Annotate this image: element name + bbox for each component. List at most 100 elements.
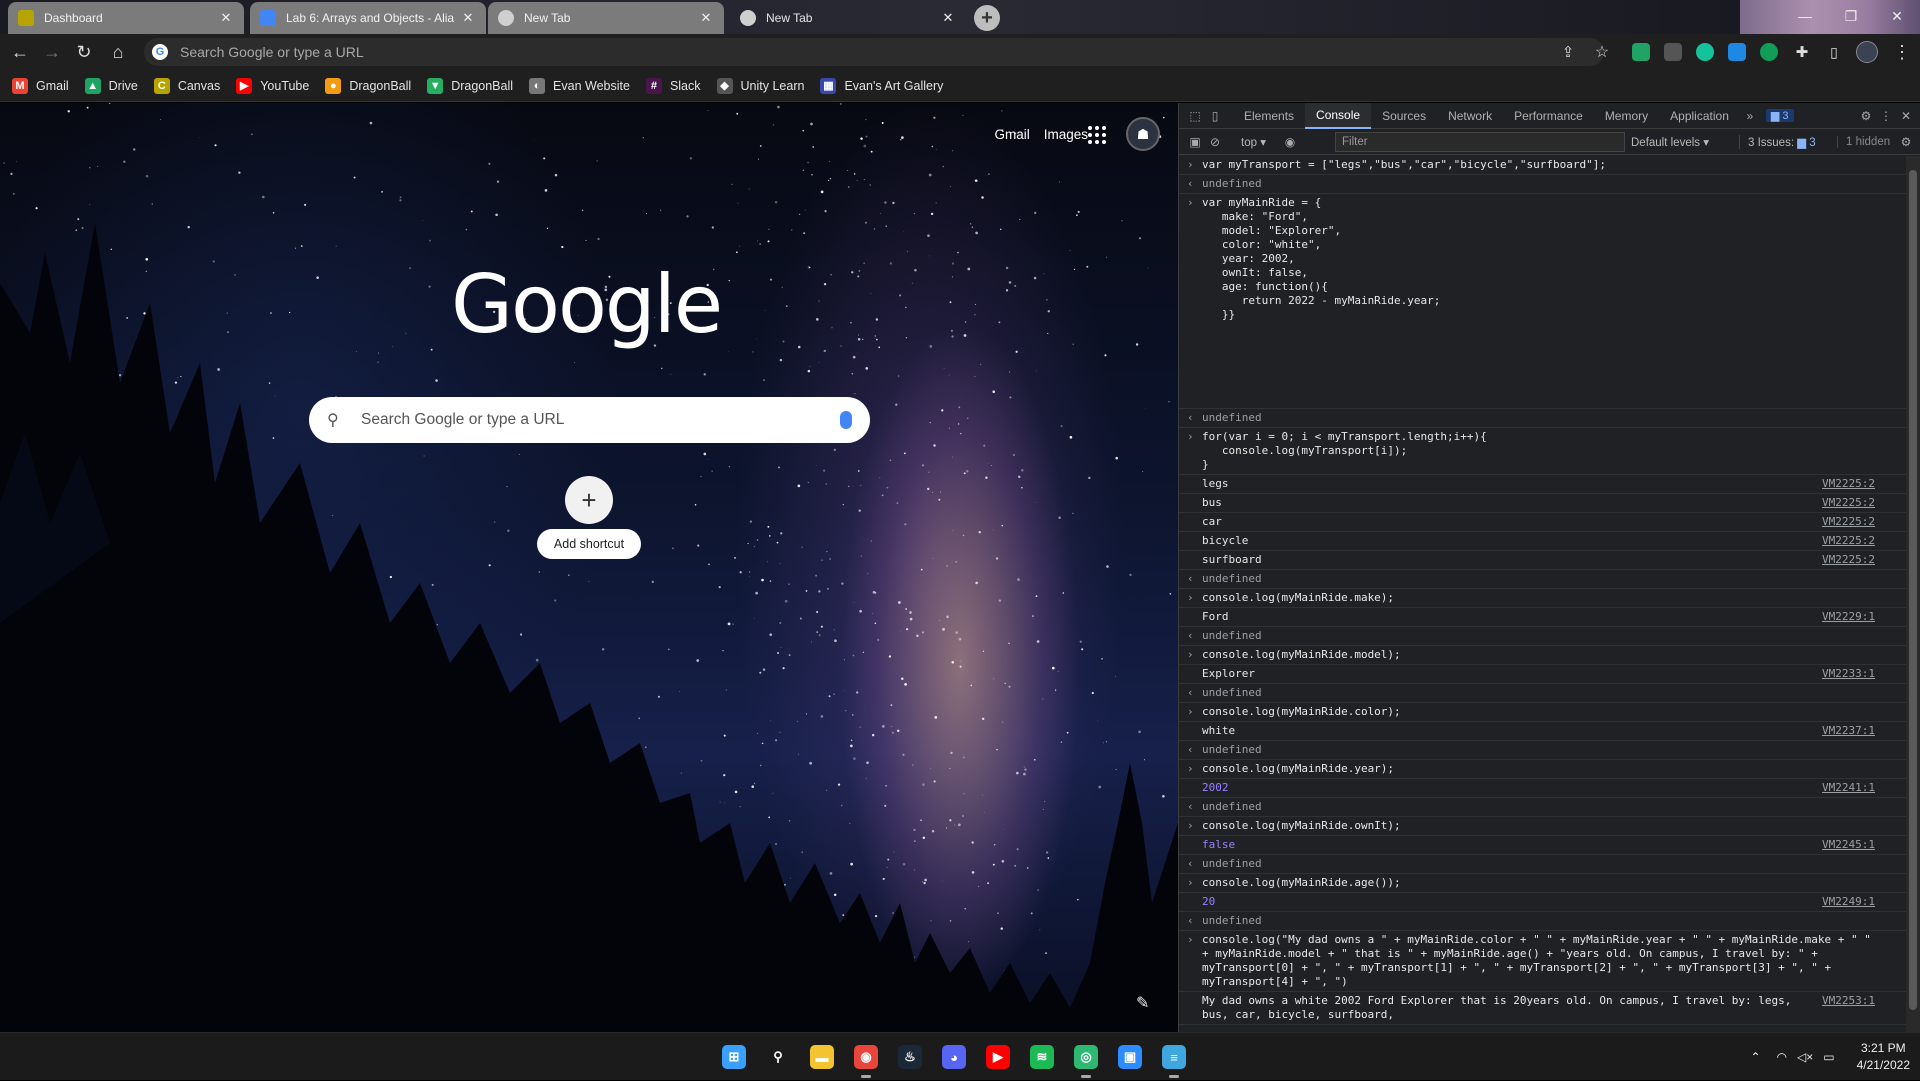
console-scrollbar[interactable] <box>1906 156 1920 1032</box>
youtube-music-icon[interactable]: ▶ <box>982 1041 1014 1073</box>
console-settings-icon[interactable]: ⚙ <box>1896 129 1916 155</box>
filter-input[interactable]: Filter <box>1335 132 1625 152</box>
bookmark-item[interactable]: ◐ Evan Website <box>529 77 630 94</box>
bookmark-item[interactable]: C Canvas <box>153 77 220 94</box>
tab-new-tab-1[interactable]: New Tab ✕ <box>488 2 724 34</box>
issues-count[interactable]: 3 Issues: ▆ 3 <box>1739 134 1816 149</box>
source-link[interactable]: VM2229:1 <box>1822 610 1875 624</box>
source-link[interactable]: VM2237:1 <box>1822 724 1875 738</box>
devtools-tab-application[interactable]: Application <box>1659 103 1740 129</box>
side-panel-icon[interactable]: ▯ <box>1822 40 1846 64</box>
discord-icon[interactable]: ◕ <box>938 1041 970 1073</box>
images-link[interactable]: Images <box>1044 127 1088 142</box>
console-line: for(var i = 0; i < myTransport.length;i+… <box>1202 430 1487 443</box>
log-levels-dropdown[interactable]: Default levels ▾ <box>1631 135 1709 149</box>
bookmark-item[interactable]: ▲ Drive <box>84 77 138 94</box>
source-link[interactable]: VM2225:2 <box>1822 515 1875 529</box>
s-extension-icon[interactable] <box>1728 43 1746 61</box>
google-apps-icon[interactable] <box>1088 126 1106 144</box>
gmail-link[interactable]: Gmail <box>994 127 1029 142</box>
devtools-tab-performance[interactable]: Performance <box>1503 103 1594 129</box>
chrome-icon[interactable]: ◉ <box>850 1041 882 1078</box>
windows-start-icon[interactable]: ⊞ <box>718 1041 750 1073</box>
grammarly-extension-icon[interactable] <box>1696 43 1714 61</box>
profile-avatar[interactable]: ☗ <box>1126 117 1160 151</box>
zoom-icon[interactable]: ▣ <box>1114 1041 1146 1073</box>
devtools-tab-console[interactable]: Console <box>1305 102 1372 129</box>
edge-canary-icon[interactable]: ◎ <box>1070 1041 1102 1078</box>
tab-dashboard[interactable]: Dashboard ✕ <box>8 2 244 34</box>
source-link[interactable]: VM2245:1 <box>1822 838 1875 852</box>
add-shortcut-button[interactable]: + <box>565 476 613 524</box>
close-icon[interactable]: ✕ <box>218 10 234 26</box>
bookmark-item[interactable]: ▼ DragonBall <box>427 77 513 94</box>
source-link[interactable]: VM2225:2 <box>1822 496 1875 510</box>
spotify-icon[interactable]: ≋ <box>1026 1041 1058 1073</box>
shield-extension-icon[interactable] <box>1664 43 1682 61</box>
source-link[interactable]: VM2241:1 <box>1822 781 1875 795</box>
chevron-up-icon[interactable]: ⌃ <box>1750 1050 1760 1064</box>
close-icon[interactable]: ✕ <box>460 10 476 26</box>
context-selector[interactable]: top ▾ <box>1241 135 1266 149</box>
live-expression-eye-icon[interactable]: ◉ <box>1280 129 1300 155</box>
home-icon[interactable]: ⌂ <box>106 40 130 64</box>
bookmark-item[interactable]: ▦ Evan's Art Gallery <box>820 77 943 94</box>
new-tab-button[interactable]: + <box>974 5 1000 31</box>
microphone-icon[interactable] <box>840 411 852 429</box>
menu-kebab-icon[interactable]: ⋮ <box>1890 40 1914 64</box>
reload-icon[interactable]: ↻ <box>72 40 96 64</box>
bookmark-item[interactable]: ◆ Unity Learn <box>716 77 804 94</box>
tab-lab6[interactable]: Lab 6: Arrays and Objects - Alia ✕ <box>250 2 486 34</box>
devtools-tab-sources[interactable]: Sources <box>1371 103 1437 129</box>
green-extension-icon[interactable] <box>1760 43 1778 61</box>
extensions-puzzle-icon[interactable]: ✚ <box>1790 40 1814 64</box>
issues-badge[interactable]: ▆ 3 <box>1765 109 1794 122</box>
source-link[interactable]: VM2225:2 <box>1822 553 1875 567</box>
notepad-icon[interactable]: ≡ <box>1158 1041 1190 1078</box>
back-icon[interactable]: ← <box>8 40 32 64</box>
close-icon[interactable]: ✕ <box>698 10 714 26</box>
profile-avatar[interactable] <box>1856 41 1878 63</box>
bookmark-item[interactable]: M Gmail <box>12 77 69 94</box>
wifi-icon[interactable]: ◠ <box>1777 1050 1787 1064</box>
bookmark-star-icon[interactable]: ☆ <box>1590 40 1614 64</box>
search-box[interactable]: ⚲ Search Google or type a URL <box>309 397 870 443</box>
source-link[interactable]: VM2233:1 <box>1822 667 1875 681</box>
tab-new-tab-2[interactable]: New Tab ✕ <box>730 2 966 34</box>
file-explorer-icon[interactable]: ▬ <box>806 1041 838 1073</box>
settings-gear-icon[interactable]: ⚙ <box>1856 103 1876 129</box>
forward-icon[interactable]: → <box>40 40 64 64</box>
source-link[interactable]: VM2225:2 <box>1822 477 1875 491</box>
customize-pencil-icon[interactable]: ✎ <box>1136 993 1149 1013</box>
devtools-tab-network[interactable]: Network <box>1437 103 1503 129</box>
close-window-button[interactable]: ✕ <box>1874 0 1920 32</box>
close-icon[interactable]: ✕ <box>940 10 956 26</box>
search-input[interactable]: Search Google or type a URL <box>361 411 840 429</box>
search-icon[interactable]: ⚲ <box>762 1041 794 1073</box>
close-devtools-icon[interactable]: ✕ <box>1896 103 1916 129</box>
bookmark-item[interactable]: ▶ YouTube <box>236 77 309 94</box>
sidebar-toggle-icon[interactable]: ▣ <box>1185 129 1205 155</box>
restore-button[interactable]: ❐ <box>1828 0 1874 32</box>
drive-extension-icon[interactable] <box>1632 43 1650 61</box>
more-tabs-icon[interactable]: » <box>1740 103 1760 129</box>
devtools-menu-icon[interactable]: ⋮ <box>1876 103 1896 129</box>
bookmark-item[interactable]: # Slack <box>645 77 701 94</box>
battery-icon[interactable]: ▭ <box>1823 1050 1834 1064</box>
source-link[interactable]: VM2253:1 <box>1822 994 1875 1008</box>
add-shortcut-label[interactable]: Add shortcut <box>537 529 641 559</box>
clear-console-icon[interactable]: ⊘ <box>1205 129 1225 155</box>
share-icon[interactable]: ⇪ <box>1556 40 1580 64</box>
steam-icon[interactable]: ♨ <box>894 1041 926 1073</box>
volume-icon[interactable]: ◁× <box>1797 1050 1813 1064</box>
clock[interactable]: 3:21 PM 4/21/2022 <box>1857 1040 1910 1074</box>
source-link[interactable]: VM2225:2 <box>1822 534 1875 548</box>
device-toolbar-icon[interactable]: ▯ <box>1205 103 1225 129</box>
source-link[interactable]: VM2249:1 <box>1822 895 1875 909</box>
devtools-tab-memory[interactable]: Memory <box>1594 103 1659 129</box>
minimize-button[interactable]: — <box>1782 0 1828 32</box>
address-bar[interactable]: G Search Google or type a URL <box>144 38 1604 66</box>
devtools-tab-elements[interactable]: Elements <box>1233 103 1305 129</box>
inspect-element-icon[interactable]: ⬚ <box>1185 103 1205 129</box>
bookmark-item[interactable]: ● DragonBall <box>325 77 411 94</box>
